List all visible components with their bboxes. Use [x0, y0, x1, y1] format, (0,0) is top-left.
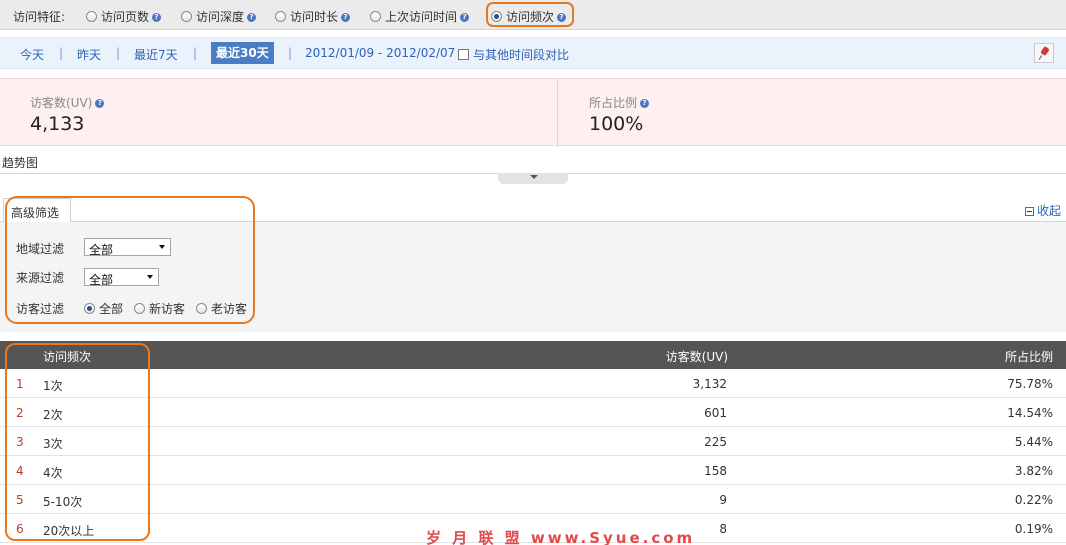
table-header: 访问频次 访客数(UV) 所占比例 — [0, 341, 1066, 369]
help-icon[interactable]: ? — [95, 99, 105, 108]
radio-icon[interactable] — [275, 11, 286, 22]
column-header-ratio[interactable]: 所占比例 — [1005, 348, 1053, 365]
frequency-highlight — [486, 2, 574, 27]
trend-chart-label: 趋势图 — [2, 156, 39, 170]
frequency-column-highlight — [5, 343, 150, 541]
help-icon[interactable]: ? — [341, 13, 351, 22]
date-separator: | — [193, 46, 198, 60]
ratio-label: 所占比例? — [589, 94, 650, 111]
chevron-down-icon[interactable] — [498, 173, 568, 184]
compare-checkbox[interactable]: 与其他时间段对比 — [458, 46, 569, 63]
column-header-uv[interactable]: 访客数(UV) — [666, 348, 728, 365]
collapse-icon[interactable] — [1025, 207, 1034, 216]
date-separator: | — [59, 46, 64, 60]
date-last30-tab[interactable]: 最近30天 — [211, 42, 274, 64]
feature-option-duration[interactable]: 访问时长? — [275, 8, 351, 25]
date-range-bar: 今天 | 昨天 | 最近7天 | 最近30天 | 2012/01/09 - 20… — [0, 37, 1066, 69]
uv-value: 4,133 — [30, 113, 85, 135]
summary-divider — [557, 79, 558, 147]
date-yesterday-link[interactable]: 昨天 — [77, 46, 101, 63]
date-today-link[interactable]: 今天 — [20, 46, 44, 63]
pin-icon[interactable] — [1034, 43, 1054, 63]
uv-label: 访客数(UV)? — [30, 94, 105, 111]
help-icon[interactable]: ? — [247, 13, 257, 22]
collapse-button[interactable]: 收起 — [1025, 202, 1061, 219]
summary-panel: 访客数(UV)? 4,133 所占比例? 100% — [0, 78, 1066, 147]
filter-highlight — [5, 196, 255, 324]
help-icon[interactable]: ? — [460, 13, 470, 22]
radio-icon[interactable] — [86, 11, 97, 22]
date-last7-link[interactable]: 最近7天 — [134, 46, 178, 63]
help-icon[interactable]: ? — [640, 99, 650, 108]
feature-option-last-visit[interactable]: 上次访问时间? — [370, 8, 470, 25]
table-row[interactable]: 1 1次 3,132 75.78% — [0, 369, 1066, 398]
help-icon[interactable]: ? — [152, 13, 162, 22]
checkbox-icon[interactable] — [458, 49, 469, 60]
date-separator: | — [288, 46, 293, 60]
table-row[interactable]: 3 3次 225 5.44% — [0, 427, 1066, 456]
ratio-value: 100% — [589, 113, 644, 135]
feature-option-depth[interactable]: 访问深度? — [181, 8, 257, 25]
table-row[interactable]: 2 2次 601 14.54% — [0, 398, 1066, 427]
table-row[interactable]: 5 5-10次 9 0.22% — [0, 485, 1066, 514]
feature-option-pages[interactable]: 访问页数? — [86, 8, 162, 25]
date-range-link[interactable]: 2012/01/09 - 2012/02/07 — [305, 46, 455, 60]
watermark: 岁 月 联 盟 www.Syue.com — [426, 529, 696, 545]
visit-feature-label: 访问特征: — [13, 10, 66, 24]
radio-icon[interactable] — [181, 11, 192, 22]
radio-icon[interactable] — [370, 11, 381, 22]
date-separator: | — [116, 46, 121, 60]
table-row[interactable]: 4 4次 158 3.82% — [0, 456, 1066, 485]
